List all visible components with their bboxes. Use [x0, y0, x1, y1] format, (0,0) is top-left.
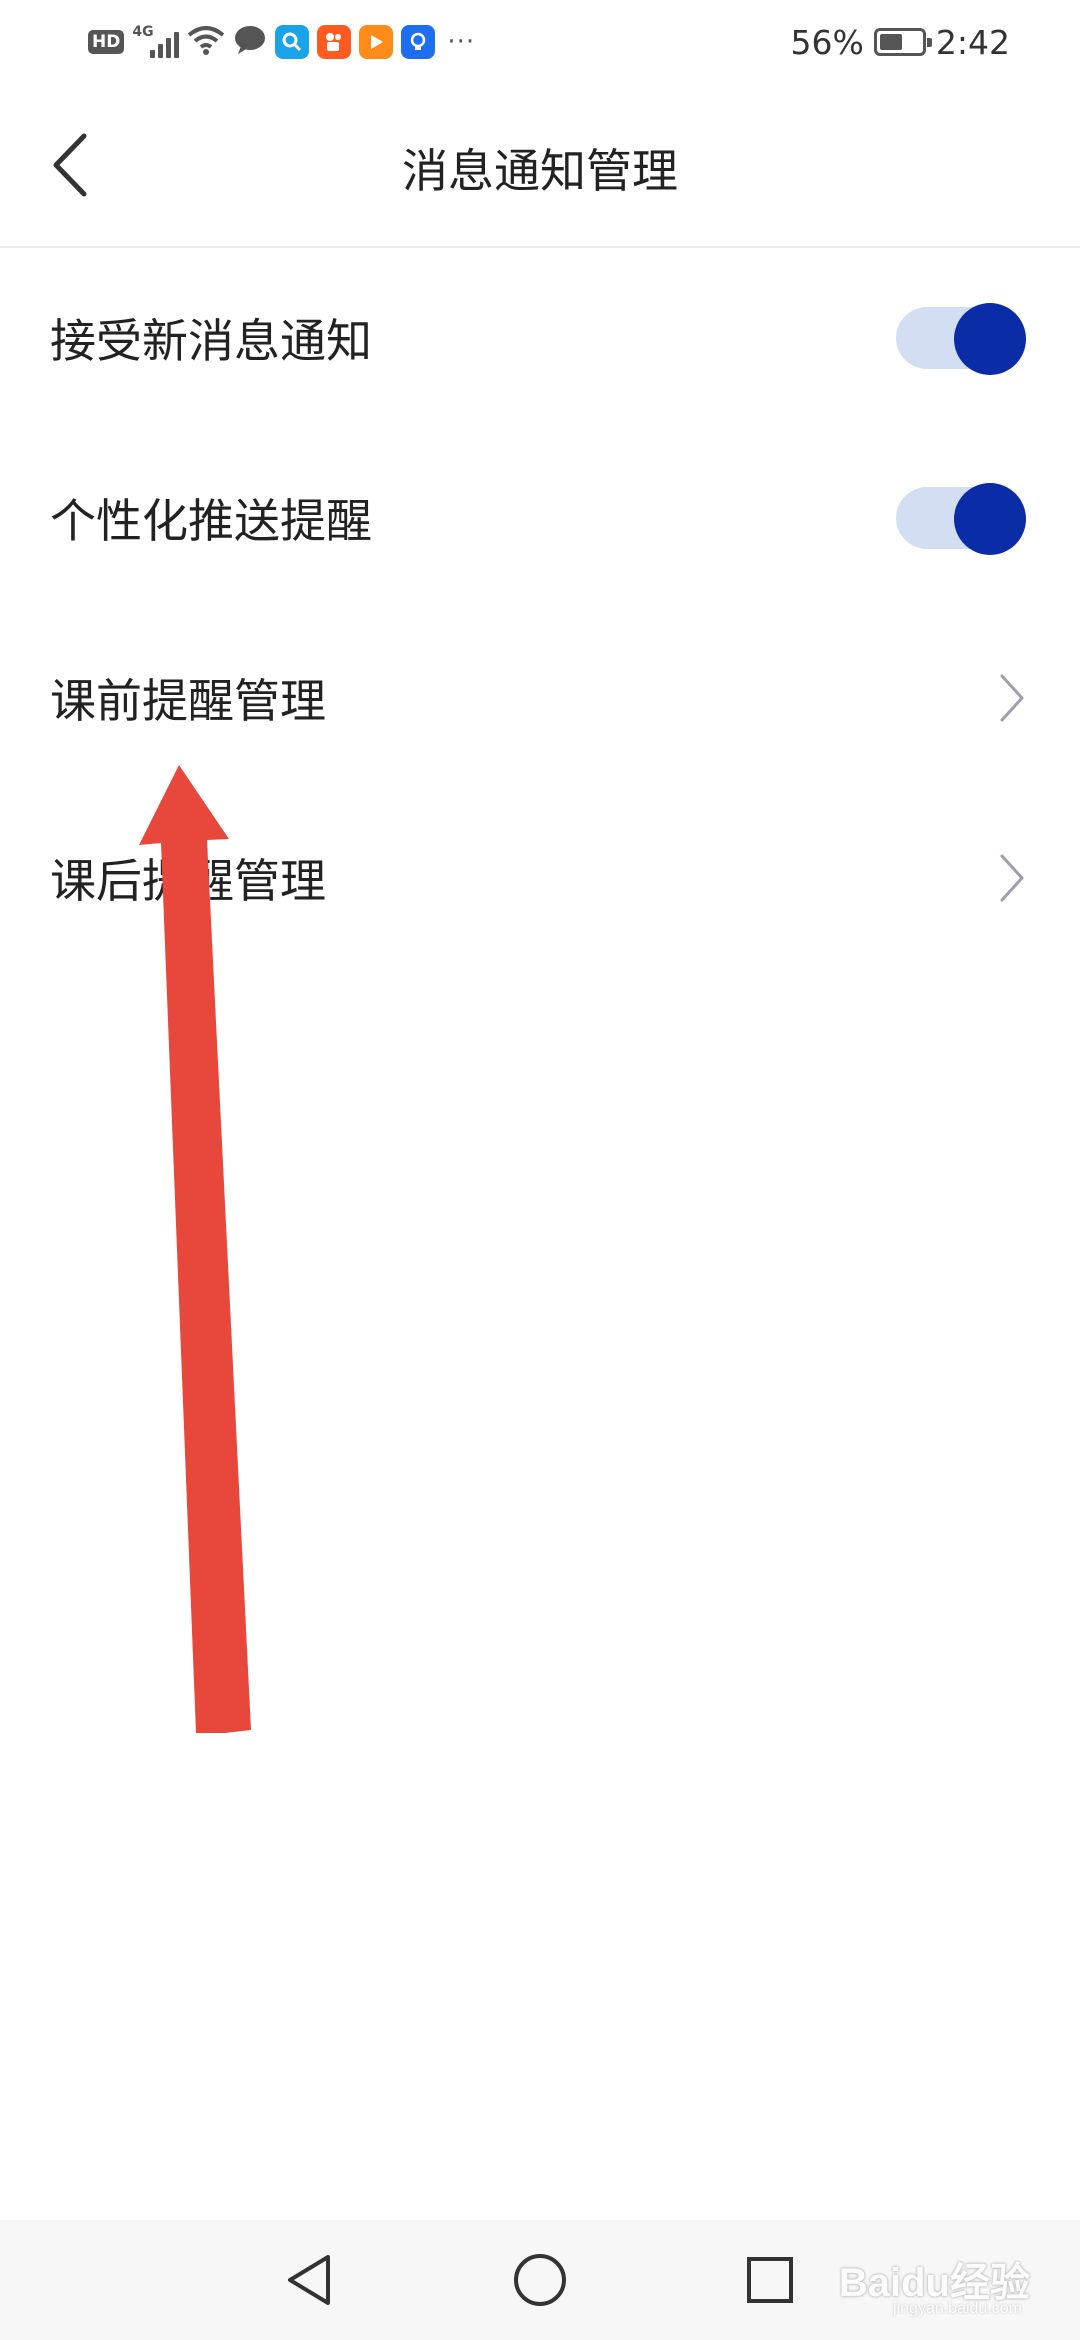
battery-percent: 56%: [790, 22, 864, 62]
chat-icon: [233, 24, 267, 60]
nav-back-button[interactable]: [274, 2250, 344, 2310]
setting-row-new-message-notify: 接受新消息通知: [0, 248, 1080, 428]
setting-row-personalized-push: 个性化推送提醒: [0, 428, 1080, 608]
kuaishou-app-icon: [317, 25, 352, 59]
page-title: 消息通知管理: [402, 144, 678, 198]
status-icons-right: 56% 2:42: [791, 20, 1010, 64]
setting-label: 课前提醒管理: [50, 674, 326, 728]
battery-level: [879, 34, 902, 50]
back-triangle-icon: [288, 2255, 330, 2305]
status-icons-left: HD 4G ···: [88, 20, 475, 64]
setting-row-pre-class-reminder[interactable]: 课前提醒管理: [0, 608, 1080, 788]
search-app-icon: [275, 25, 310, 59]
new-message-notify-toggle[interactable]: [896, 303, 1026, 375]
chevron-right-icon: [992, 668, 1032, 728]
wifi-icon: [187, 24, 225, 60]
watermark-url: jingyan.baidu.com: [893, 2300, 1022, 2317]
nav-recents-button[interactable]: [735, 2250, 805, 2310]
settings-list: 接受新消息通知 个性化推送提醒 课前提醒管理 课后提醒管理: [0, 248, 1080, 968]
signal-icon: 4G: [132, 24, 180, 58]
chevron-right-icon: [992, 848, 1032, 908]
video-app-icon: [359, 25, 394, 59]
network-type-label: 4G: [132, 24, 154, 40]
more-icon: ···: [447, 27, 476, 57]
nav-home-button[interactable]: [505, 2250, 575, 2310]
setting-label: 课后提醒管理: [50, 854, 326, 908]
recents-square-icon: [747, 2257, 793, 2303]
app-header: 消息通知管理: [0, 80, 1080, 248]
clock: 2:42: [935, 22, 1010, 62]
toggle-knob: [954, 483, 1026, 555]
battery-icon: [873, 28, 932, 56]
setting-row-post-class-reminder[interactable]: 课后提醒管理: [0, 788, 1080, 968]
toggle-knob: [954, 303, 1026, 375]
personalized-push-toggle[interactable]: [896, 483, 1026, 555]
hd-icon: HD: [88, 30, 125, 54]
setting-label: 个性化推送提醒: [50, 494, 372, 548]
status-bar: HD 4G ··· 56% 2:42: [0, 0, 1080, 80]
bulb-app-icon: [401, 25, 436, 59]
setting-label: 接受新消息通知: [50, 314, 372, 368]
home-circle-icon: [514, 2254, 566, 2306]
